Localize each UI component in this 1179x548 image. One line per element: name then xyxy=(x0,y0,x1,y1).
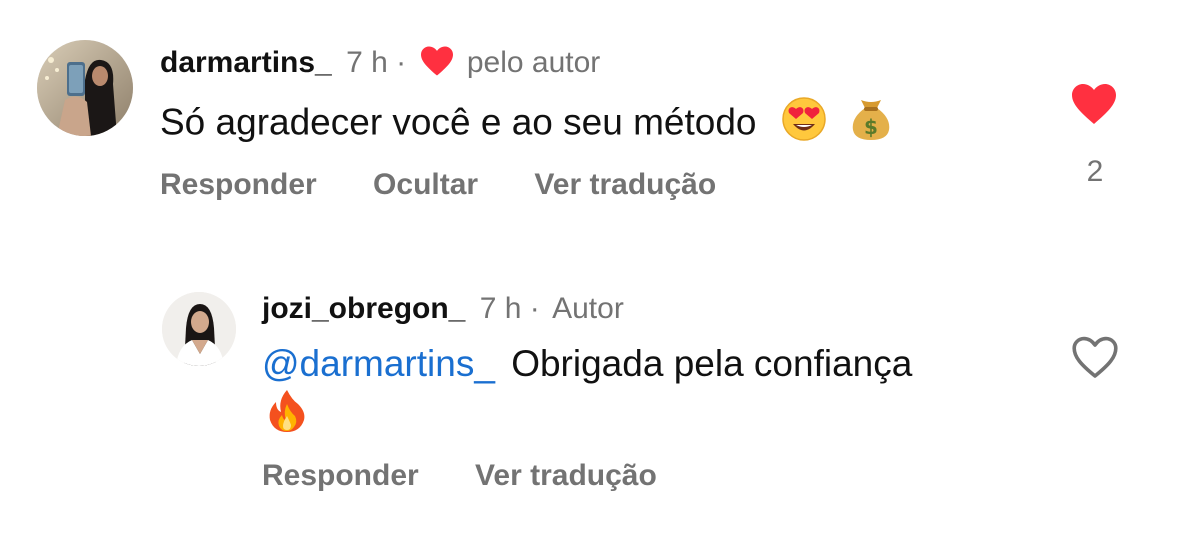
author-badge: Autor xyxy=(552,292,624,325)
comment-meta: jozi_obregon_ 7 h · Autor xyxy=(262,291,624,327)
translate-button[interactable]: Ver tradução xyxy=(534,167,716,203)
liked-by-author-label: pelo autor xyxy=(466,46,601,79)
username[interactable]: darmartins_ xyxy=(160,46,332,79)
like-count[interactable]: 2 xyxy=(1075,155,1115,189)
money-bag-emoji: $ xyxy=(849,96,893,153)
username[interactable]: jozi_obregon_ xyxy=(262,292,465,325)
heart-outline-icon xyxy=(1071,336,1119,383)
timestamp: 7 h xyxy=(479,292,522,325)
comment-text-line2 xyxy=(264,388,310,445)
svg-text:$: $ xyxy=(864,115,878,139)
translate-button[interactable]: Ver tradução xyxy=(475,458,657,494)
comment-jozi-obregon: jozi_obregon_ 7 h · Autor @darmartins_ O… xyxy=(0,270,1179,530)
comment-text: Só agradecer você e ao seu método $ xyxy=(160,96,893,153)
comment-text: @darmartins_ Obrigada pela confiança xyxy=(262,341,912,387)
separator: · xyxy=(396,46,407,79)
heart-filled-icon xyxy=(419,45,455,86)
avatar[interactable] xyxy=(37,40,133,136)
comment-actions: Responder Ver tradução xyxy=(262,458,705,494)
hide-button[interactable]: Ocultar xyxy=(373,167,478,203)
heart-eyes-emoji xyxy=(781,96,827,153)
comment-body: Obrigada pela confiança xyxy=(511,343,913,384)
reply-button[interactable]: Responder xyxy=(262,458,419,494)
comment-darmartins: darmartins_ 7 h · pelo autor Só agradece… xyxy=(0,0,1179,230)
timestamp: 7 h xyxy=(346,46,388,79)
avatar[interactable] xyxy=(162,292,236,366)
reply-button[interactable]: Responder xyxy=(160,167,317,203)
heart-filled-icon xyxy=(1070,84,1118,130)
comment-body: Só agradecer você e ao seu método xyxy=(160,101,757,143)
mention-link[interactable]: @darmartins_ xyxy=(262,343,495,384)
comment-actions: Responder Ocultar Ver tradução xyxy=(160,167,764,203)
like-button[interactable] xyxy=(1070,82,1118,131)
separator: · xyxy=(529,292,540,325)
fire-emoji xyxy=(264,388,310,445)
like-button[interactable] xyxy=(1071,335,1119,384)
comment-meta: darmartins_ 7 h · pelo autor xyxy=(160,45,600,86)
